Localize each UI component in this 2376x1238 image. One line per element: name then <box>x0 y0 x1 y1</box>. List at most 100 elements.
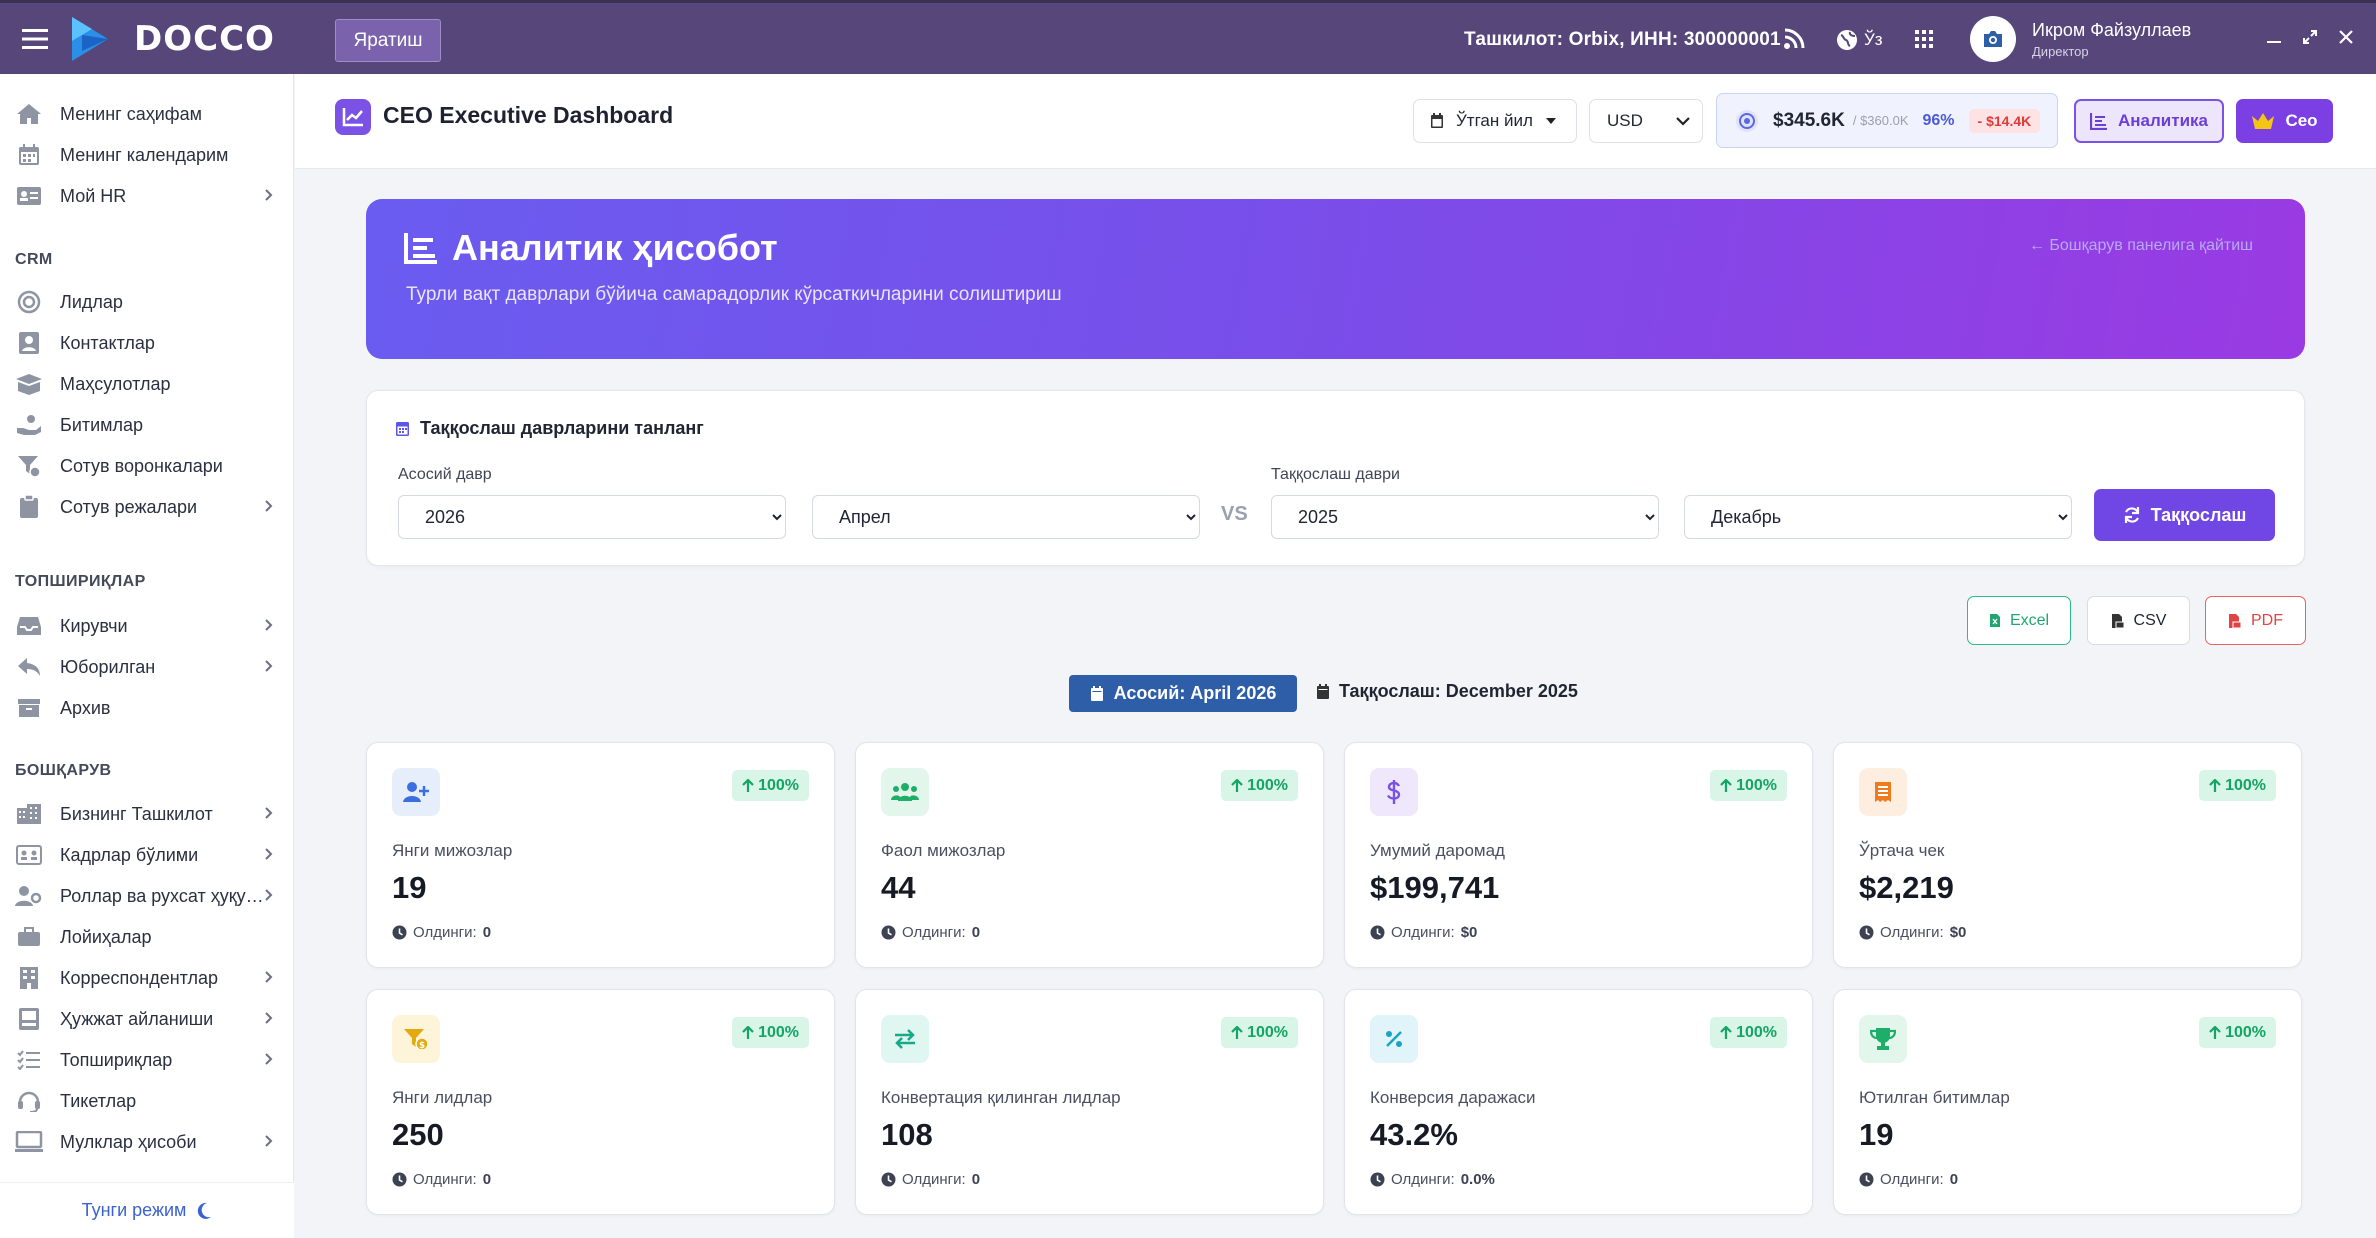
sidebar-item-document-flow[interactable]: Ҳужжат айланиши <box>0 999 294 1039</box>
compare-button[interactable]: Таққослаш <box>2094 489 2275 541</box>
night-mode-label: Тунги режим <box>81 1200 187 1220</box>
calendar-icon <box>1430 113 1444 129</box>
avatar <box>1970 16 2016 62</box>
sidebar-item-sales-funnels[interactable]: Сотув воронкалари <box>0 446 294 486</box>
minimize-icon[interactable] <box>2266 29 2282 45</box>
revenue-target-pill[interactable]: $345.6K / $360.0K 96% - $14.4K <box>1716 93 2058 148</box>
compare-button-label: Таққослаш <box>2150 504 2247 525</box>
refresh-icon <box>2123 506 2141 524</box>
sidebar-item-label: Кирувчи <box>60 615 128 636</box>
sidebar-item-sent[interactable]: Юборилган <box>0 647 294 687</box>
kpi-value: $199,741 <box>1370 870 1500 905</box>
trend-badge: 100% <box>1710 770 1787 801</box>
sidebar-item-correspondents[interactable]: Корреспондентлар <box>0 958 294 998</box>
hero-subtitle: Турли вақт даврлари бўйича самарадорлик … <box>406 284 1062 305</box>
sidebar-item-sales-plans[interactable]: Сотув режалари <box>0 487 294 527</box>
trend-value: 100% <box>2225 776 2266 794</box>
previous-amount: 0 <box>971 924 981 941</box>
comparison-year-select[interactable]: 2025 <box>1271 495 1659 539</box>
revenue-percent: 96% <box>1922 111 1955 129</box>
clock-icon <box>1370 925 1385 940</box>
close-icon[interactable] <box>2338 29 2354 45</box>
sidebar-item-deals[interactable]: Битимлар <box>0 405 294 445</box>
hand-coin-icon <box>15 414 43 436</box>
sidebar-item-label: Менинг саҳифам <box>60 103 202 124</box>
receipt-icon <box>1874 781 1892 803</box>
sidebar-item-leads[interactable]: Лидлар <box>0 282 294 322</box>
sidebar-item-label: Тикетлар <box>60 1090 137 1111</box>
sidebar-item-label: Сотув режалари <box>60 496 198 517</box>
trend-badge: 100% <box>732 1017 809 1048</box>
chart-bars-icon <box>2090 112 2108 130</box>
previous-label: Олдинги: <box>1391 924 1455 941</box>
page-title: CEO Executive Dashboard <box>383 102 674 128</box>
previous-label: Олдинги: <box>902 924 966 941</box>
period-dropdown[interactable]: Ўтган йил <box>1413 99 1577 143</box>
comparison-month-select[interactable]: Декабрь <box>1684 495 2072 539</box>
sidebar-item-label: Корреспондентлар <box>60 967 219 988</box>
currency-select[interactable]: USD <box>1589 99 1703 143</box>
back-to-dashboard-link[interactable]: ← Бошқарув панелига қайтиш <box>2029 237 2253 255</box>
arrow-up-icon <box>1720 778 1732 793</box>
previous-label: Олдинги: <box>1880 924 1944 941</box>
clock-icon <box>881 925 896 940</box>
revenue-diff-badge: - $14.4K <box>1968 108 2041 133</box>
sidebar-item-roles-permissions[interactable]: Роллар ва рухсат ҳуқу… <box>0 876 294 916</box>
comparison-card-title-text: Таққослаш даврларини танланг <box>420 418 704 438</box>
sidebar-item-label: Мулклар ҳисоби <box>60 1131 197 1152</box>
chevron-right-icon <box>264 847 274 861</box>
sidebar-item-inbox[interactable]: Кирувчи <box>0 606 294 646</box>
sidebar-item-my-page[interactable]: Менинг саҳифам <box>0 94 294 134</box>
sidebar-item-my-calendar[interactable]: Менинг календарим <box>0 135 294 175</box>
base-month-select[interactable]: Апрел <box>812 495 1200 539</box>
chevron-right-icon <box>264 970 274 984</box>
rss-icon[interactable] <box>1783 28 1805 50</box>
analytics-button[interactable]: Аналитика <box>2074 99 2224 143</box>
kpi-value: $2,219 <box>1859 870 1954 905</box>
previous-amount: $0 <box>1949 924 1967 941</box>
previous-amount: 0 <box>971 1171 981 1188</box>
hamburger-menu-icon[interactable] <box>22 28 48 50</box>
ceo-button[interactable]: Ceo <box>2236 99 2333 143</box>
sidebar-item-tickets[interactable]: Тикетлар <box>0 1081 294 1121</box>
sidebar-item-products[interactable]: Маҳсулотлар <box>0 364 294 404</box>
brand-name: DOCCO <box>134 18 275 59</box>
moon-icon <box>196 1202 212 1220</box>
sidebar-item-hr-department[interactable]: Кадрлар бўлими <box>0 835 294 875</box>
brand: DOCCO <box>0 3 294 74</box>
apps-grid-icon[interactable] <box>1914 29 1934 49</box>
sidebar-item-my-hr[interactable]: Мой HR <box>0 176 294 216</box>
previous-value: Олдинги: 0 <box>881 1171 980 1188</box>
sidebar-item-property-accounting[interactable]: Мулклар ҳисоби <box>0 1122 294 1162</box>
window-controls <box>2266 29 2354 45</box>
headset-icon <box>15 1090 43 1112</box>
trend-value: 100% <box>1247 776 1288 794</box>
language-switcher[interactable]: Ўз <box>1836 29 1883 51</box>
maximize-icon[interactable] <box>2302 29 2318 45</box>
trend-badge: 100% <box>2199 1017 2276 1048</box>
file-csv-icon <box>2111 613 2125 629</box>
sidebar-item-projects[interactable]: Лойиҳалар <box>0 917 294 957</box>
kpi-value: 19 <box>392 870 427 905</box>
kpi-card: 100% Фаол мижозлар 44 Олдинги: 0 <box>855 742 1324 968</box>
kpi-value: 19 <box>1859 1117 1894 1152</box>
hero-title-text: Аналитик ҳисобот <box>452 227 778 268</box>
trend-badge: 100% <box>1710 1017 1787 1048</box>
user-menu[interactable]: Икром Файзуллаев Директор <box>1970 16 2191 62</box>
sidebar-item-contacts[interactable]: Контактлар <box>0 323 294 363</box>
arrow-up-icon <box>1231 778 1243 793</box>
base-year-select[interactable]: 2026 <box>398 495 786 539</box>
trend-value: 100% <box>1247 1023 1288 1041</box>
export-excel-button[interactable]: Excel <box>1967 596 2071 645</box>
vs-separator: VS <box>1221 503 1248 525</box>
export-pdf-button[interactable]: PDF <box>2205 596 2306 645</box>
sidebar-item-label: Менинг календарим <box>60 144 229 165</box>
export-csv-button[interactable]: CSV <box>2087 596 2190 645</box>
sidebar-item-archive[interactable]: Архив <box>0 688 294 728</box>
create-button[interactable]: Яратиш <box>335 19 441 62</box>
sidebar-item-tasks[interactable]: Топшириқлар <box>0 1040 294 1080</box>
sidebar-item-our-organization[interactable]: Бизнинг Ташкилот <box>0 794 294 834</box>
kpi-icon-box <box>881 768 929 816</box>
night-mode-toggle[interactable]: Тунги режим <box>0 1182 294 1238</box>
kpi-card: 100% Умумий даромад $199,741 Олдинги: $0 <box>1344 742 1813 968</box>
